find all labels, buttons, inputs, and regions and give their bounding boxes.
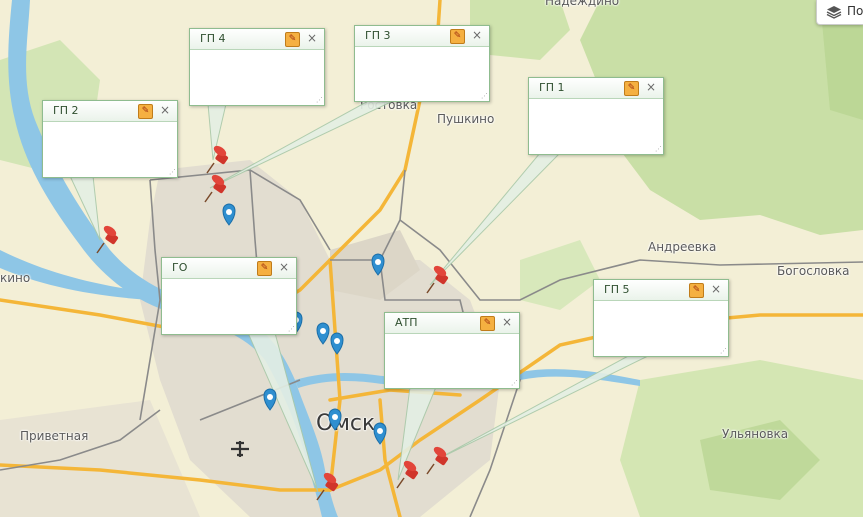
callout-title: ГП 1 xyxy=(539,81,565,94)
pin-icon[interactable]: ✎ xyxy=(480,316,495,331)
resize-grip-icon[interactable]: ⋰ xyxy=(720,347,727,355)
location-marker[interactable] xyxy=(328,408,342,431)
location-marker[interactable] xyxy=(316,322,330,345)
close-icon[interactable]: × xyxy=(279,260,289,274)
resize-grip-icon[interactable]: ⋰ xyxy=(169,168,176,176)
callout-go[interactable]: ГО ✎ × ⋰ xyxy=(161,257,297,335)
location-marker[interactable] xyxy=(373,422,387,445)
callout-header[interactable]: ГП 1 ✎ × xyxy=(529,78,663,99)
layers-button[interactable]: По xyxy=(816,0,863,25)
pushpin-marker[interactable] xyxy=(426,262,450,294)
resize-grip-icon[interactable]: ⋰ xyxy=(655,145,662,153)
callout-header[interactable]: ГП 5 ✎ × xyxy=(594,280,728,301)
layers-label: По xyxy=(847,4,863,18)
pushpin-marker[interactable] xyxy=(316,469,340,501)
pin-icon[interactable]: ✎ xyxy=(450,29,465,44)
callout-header[interactable]: ГП 2 ✎ × xyxy=(43,101,177,122)
callout-title: ГП 2 xyxy=(53,104,79,117)
callout-gp4[interactable]: ГП 4 ✎ × ⋰ xyxy=(189,28,325,106)
resize-grip-icon[interactable]: ⋰ xyxy=(511,379,518,387)
callout-header[interactable]: АТП ✎ × xyxy=(385,313,519,334)
callout-header[interactable]: ГП 4 ✎ × xyxy=(190,29,324,50)
close-icon[interactable]: × xyxy=(307,31,317,45)
callout-title: ГП 3 xyxy=(365,29,391,42)
location-marker[interactable] xyxy=(371,253,385,276)
location-marker[interactable] xyxy=(330,332,344,355)
callout-gp5[interactable]: ГП 5 ✎ × ⋰ xyxy=(593,279,729,357)
pin-icon[interactable]: ✎ xyxy=(689,283,704,298)
close-icon[interactable]: × xyxy=(502,315,512,329)
close-icon[interactable]: × xyxy=(711,282,721,296)
callout-atp[interactable]: АТП ✎ × ⋰ xyxy=(384,312,520,389)
close-icon[interactable]: × xyxy=(160,103,170,117)
callout-gp1[interactable]: ГП 1 ✎ × ⋰ xyxy=(528,77,664,155)
callout-title: АТП xyxy=(395,316,418,329)
pin-icon[interactable]: ✎ xyxy=(285,32,300,47)
location-marker[interactable] xyxy=(263,388,277,411)
layers-icon xyxy=(826,6,842,19)
resize-grip-icon[interactable]: ⋰ xyxy=(288,325,295,333)
pushpin-marker[interactable] xyxy=(426,443,450,475)
callout-title: ГП 5 xyxy=(604,283,630,296)
location-marker[interactable] xyxy=(222,203,236,226)
callout-header[interactable]: ГП 3 ✎ × xyxy=(355,26,489,47)
resize-grip-icon[interactable]: ⋰ xyxy=(481,92,488,100)
callout-gp2[interactable]: ГП 2 ✎ × ⋰ xyxy=(42,100,178,178)
callout-gp3[interactable]: ГП 3 ✎ × ⋰ xyxy=(354,25,490,102)
callout-title: ГО xyxy=(172,261,188,274)
close-icon[interactable]: × xyxy=(646,80,656,94)
map-view[interactable]: Надеждино Ростовка Пушкино Андреевка Бог… xyxy=(0,0,863,517)
pushpin-marker[interactable] xyxy=(96,222,120,254)
pushpin-marker[interactable] xyxy=(396,457,420,489)
pin-icon[interactable]: ✎ xyxy=(138,104,153,119)
callout-title: ГП 4 xyxy=(200,32,226,45)
callout-header[interactable]: ГО ✎ × xyxy=(162,258,296,279)
pushpin-marker[interactable] xyxy=(204,171,228,203)
pushpin-marker[interactable] xyxy=(206,142,230,174)
airplane-icon xyxy=(231,441,249,457)
pin-icon[interactable]: ✎ xyxy=(624,81,639,96)
resize-grip-icon[interactable]: ⋰ xyxy=(316,96,323,104)
pin-icon[interactable]: ✎ xyxy=(257,261,272,276)
close-icon[interactable]: × xyxy=(472,28,482,42)
